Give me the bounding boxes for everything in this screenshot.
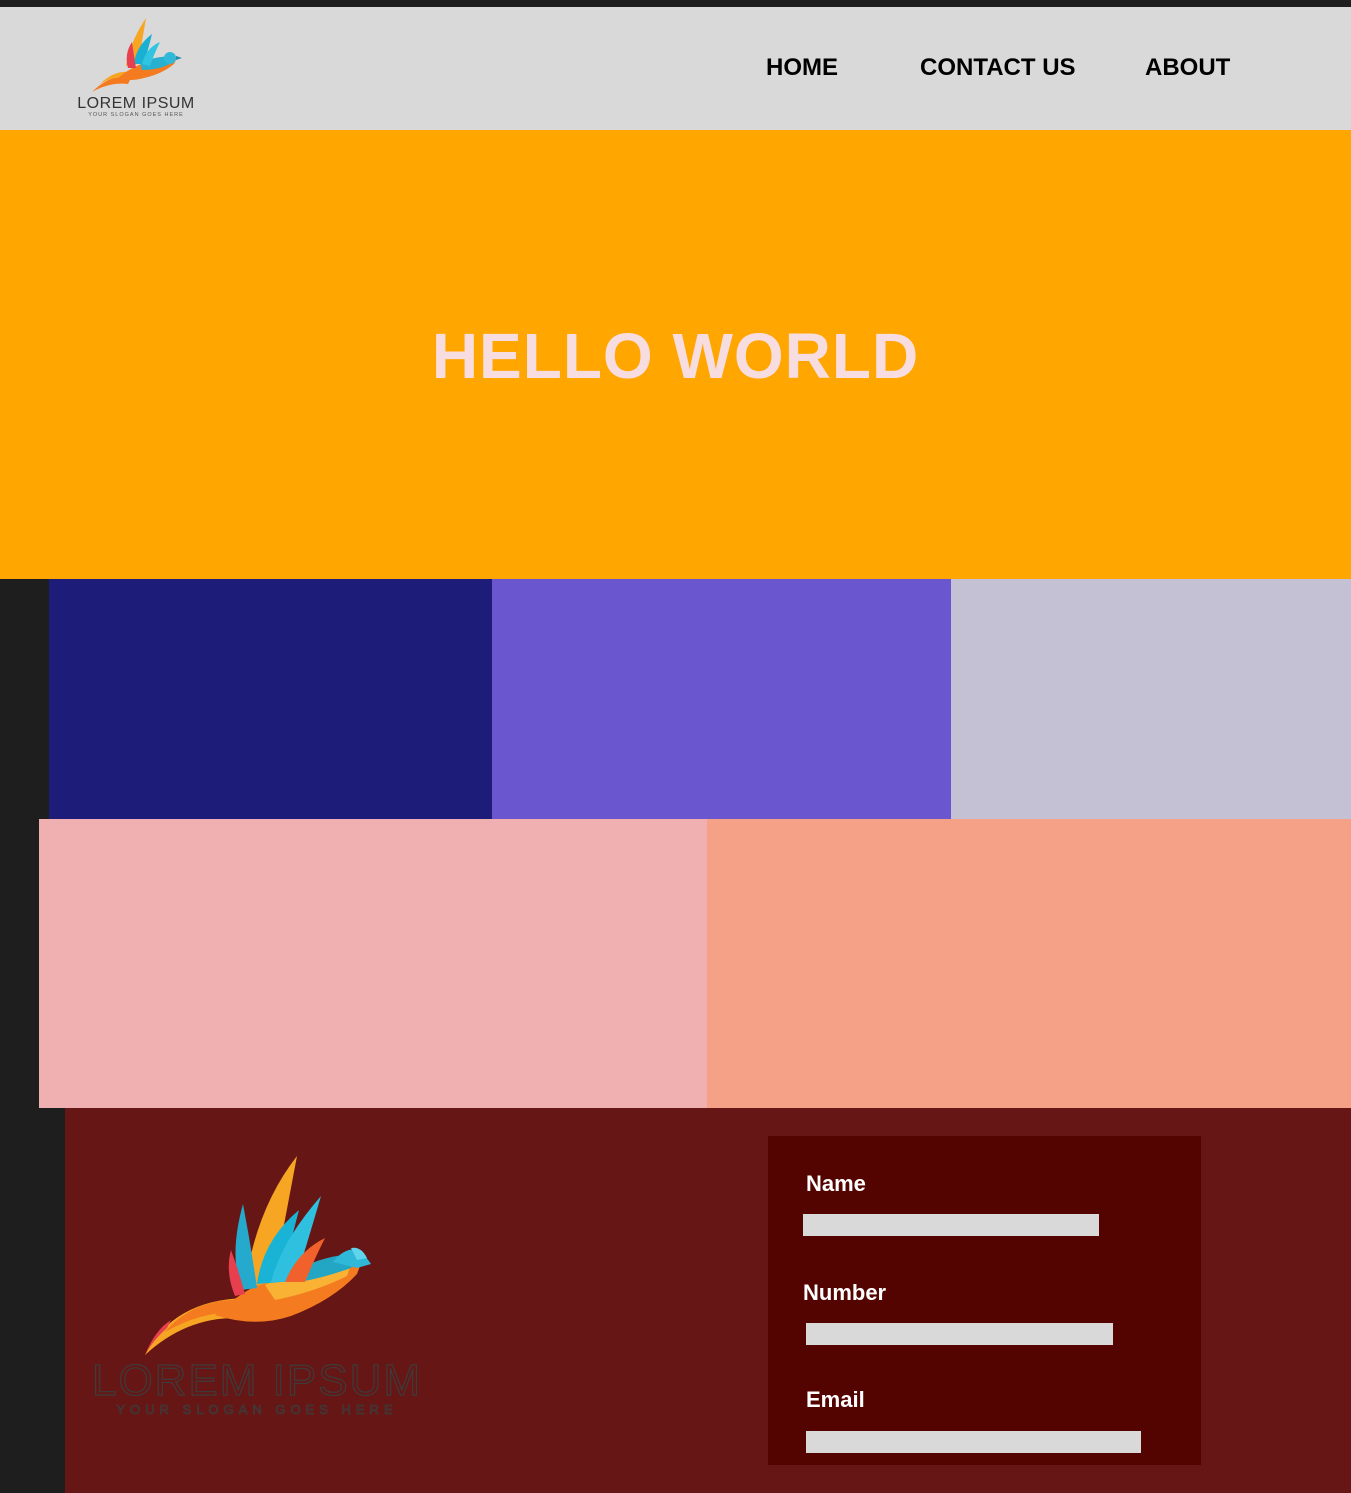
tile-navy	[49, 579, 492, 819]
number-label: Number	[803, 1280, 887, 1305]
header-logo[interactable]: LOREM IPSUM YOUR SLOGAN GOES HERE	[70, 12, 202, 118]
hero-title: HELLO WORLD	[431, 320, 920, 392]
name-field[interactable]	[803, 1214, 1099, 1236]
nav-home[interactable]: HOME	[766, 52, 838, 84]
header-logo-brand: LOREM IPSUM	[77, 95, 195, 112]
email-field[interactable]	[806, 1431, 1141, 1453]
number-field[interactable]	[806, 1323, 1113, 1345]
header-logo-slogan: YOUR SLOGAN GOES HERE	[88, 112, 184, 118]
footer-logo-slogan: YOUR SLOGAN GOES HERE	[116, 1402, 397, 1417]
nav-contact-us[interactable]: CONTACT US	[920, 52, 1076, 84]
nav-about[interactable]: ABOUT	[1145, 52, 1230, 84]
email-label: Email	[806, 1387, 865, 1412]
bird-icon: LOREM IPSUM YOUR SLOGAN GOES HERE	[77, 18, 195, 118]
tile-purple	[492, 579, 951, 819]
name-label: Name	[806, 1171, 866, 1196]
bird-icon: LOREM IPSUM YOUR SLOGAN GOES HERE	[91, 1156, 421, 1417]
tile-salmon	[707, 819, 1351, 1108]
tile-pink	[39, 819, 707, 1108]
tile-lavender	[951, 579, 1351, 819]
footer-logo-brand: LOREM IPSUM	[95, 1356, 420, 1405]
footer-logo: LOREM IPSUM YOUR SLOGAN GOES HERE	[91, 1150, 421, 1420]
